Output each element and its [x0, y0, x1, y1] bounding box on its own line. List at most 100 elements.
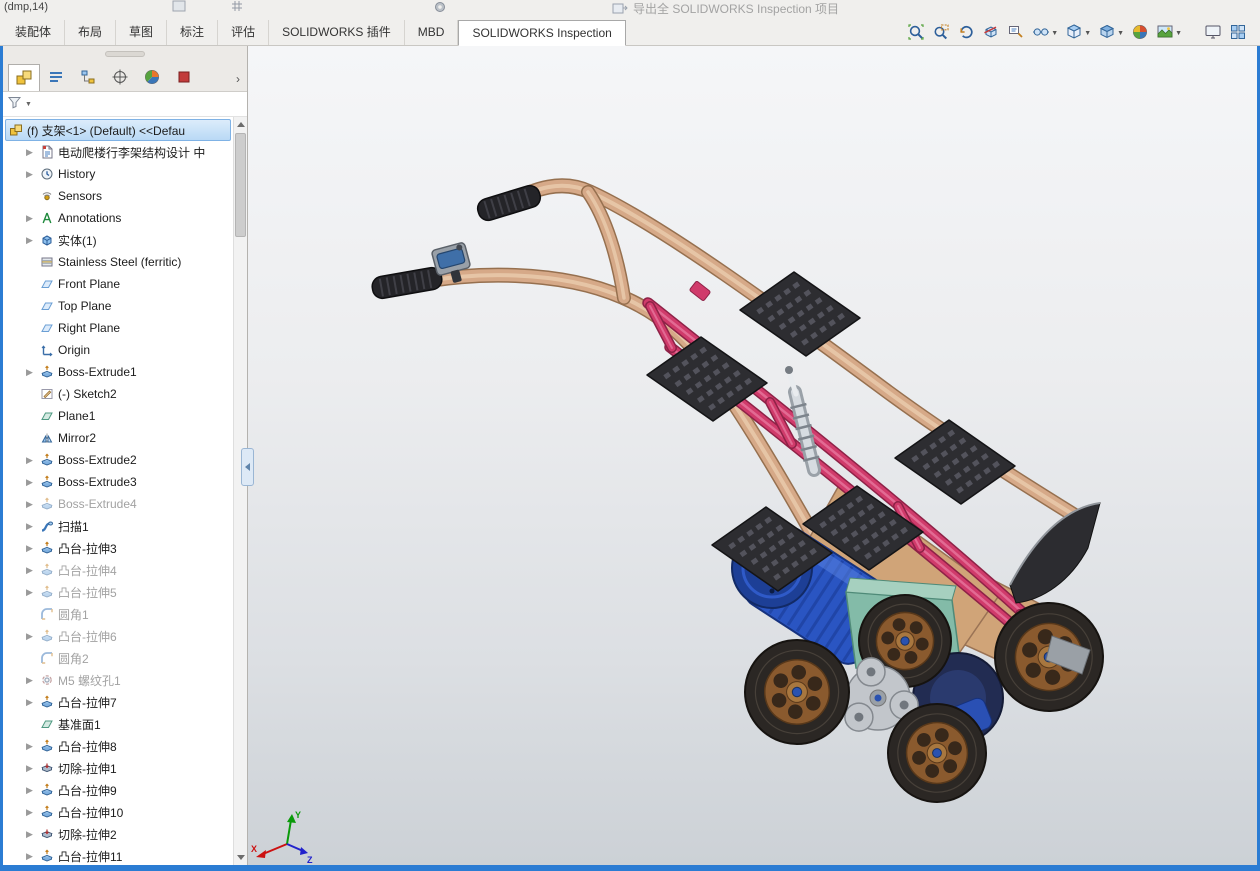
zoom-fit-button[interactable]	[904, 21, 928, 45]
ribbon-tab-1[interactable]: 装配体	[2, 20, 66, 45]
panel-tab-dimxpert-manager[interactable]	[104, 64, 136, 91]
panel-tab-display-manager[interactable]	[136, 64, 168, 91]
zoom-area-button[interactable]	[929, 21, 953, 45]
dropdown-arrow-icon[interactable]: ▼	[1175, 30, 1182, 37]
tree-item[interactable]: Mirror2	[3, 427, 233, 449]
tree-item[interactable]: ▶ 实体(1)	[3, 229, 233, 251]
tree-filter-input[interactable]	[34, 94, 243, 114]
tree-item[interactable]: (-) Sketch2	[3, 383, 233, 405]
tree-item[interactable]: Plane1	[3, 405, 233, 427]
hide-show-items-button[interactable]: ▼	[1029, 21, 1061, 45]
apply-scene-button[interactable]: ▼	[1153, 21, 1185, 45]
partial-gear-icon[interactable]	[432, 0, 448, 17]
expand-arrow-icon[interactable]: ▶	[23, 675, 36, 686]
tree-item[interactable]: ▶ Boss-Extrude4	[3, 493, 233, 515]
panel-drag-handle[interactable]	[105, 51, 145, 57]
expand-arrow-icon[interactable]: ▶	[23, 829, 36, 840]
expand-arrow-icon[interactable]: ▶	[23, 147, 36, 158]
tree-item[interactable]: ▶ History	[3, 163, 233, 185]
scrollbar-down-arrow[interactable]	[234, 850, 247, 865]
expand-arrow-icon[interactable]: ▶	[23, 631, 36, 642]
ribbon-tab-4[interactable]: 标注	[167, 20, 219, 45]
options-grid-button[interactable]	[1226, 21, 1250, 45]
expand-arrow-icon[interactable]: ▶	[23, 477, 36, 488]
expand-arrow-icon[interactable]: ▶	[23, 763, 36, 774]
ribbon-tab-7[interactable]: MBD	[405, 20, 459, 45]
panel-tab-configuration-manager[interactable]	[72, 64, 104, 91]
dropdown-arrow-icon[interactable]: ▼	[1051, 30, 1058, 37]
export-inspection-button[interactable]: 导出全 SOLIDWORKS Inspection 项目	[612, 0, 839, 17]
ribbon-tab-2[interactable]: 布局	[65, 20, 117, 45]
expand-arrow-icon[interactable]: ▶	[23, 697, 36, 708]
tree-item[interactable]: ▶ 凸台-拉伸3	[3, 537, 233, 559]
tree-item[interactable]: Origin	[3, 339, 233, 361]
tree-item[interactable]: ▶ 凸台-拉伸7	[3, 691, 233, 713]
filter-dropdown-icon[interactable]: ▼	[25, 101, 32, 108]
tree-item[interactable]: ▶ Boss-Extrude2	[3, 449, 233, 471]
scrollbar-up-arrow[interactable]	[234, 117, 247, 132]
expand-arrow-icon[interactable]: ▶	[23, 367, 36, 378]
panel-tab-addin-partial[interactable]	[168, 64, 200, 91]
tree-item[interactable]: ▶ 切除-拉伸1	[3, 757, 233, 779]
tree-item[interactable]: ▶ 凸台-拉伸5	[3, 581, 233, 603]
tree-item[interactable]: ▶ M5 螺纹孔1	[3, 669, 233, 691]
tree-item[interactable]: ▶ 凸台-拉伸6	[3, 625, 233, 647]
expand-arrow-icon[interactable]: ▶	[23, 499, 36, 510]
expand-arrow-icon[interactable]: ▶	[23, 851, 36, 862]
expand-arrow-icon[interactable]: ▶	[23, 235, 36, 246]
tree-item[interactable]: Top Plane	[3, 295, 233, 317]
ribbon-tab-5[interactable]: 评估	[218, 20, 270, 45]
tree-item[interactable]: ▶ 扫描1	[3, 515, 233, 537]
tree-item[interactable]: 基准面1	[3, 713, 233, 735]
tree-item[interactable]: Front Plane	[3, 273, 233, 295]
panel-tab-property-manager[interactable]	[40, 64, 72, 91]
tree-item[interactable]: ▶ Annotations	[3, 207, 233, 229]
tree-scrollbar[interactable]	[233, 117, 247, 865]
scrollbar-thumb[interactable]	[235, 133, 246, 237]
section-view-button[interactable]	[979, 21, 1003, 45]
expand-arrow-icon[interactable]: ▶	[23, 565, 36, 576]
tree-item[interactable]: 圆角2	[3, 647, 233, 669]
partial-toolbar-icon[interactable]	[172, 0, 186, 15]
expand-arrow-icon[interactable]: ▶	[23, 807, 36, 818]
panel-tabs-overflow-chevron[interactable]: ›	[229, 67, 247, 91]
filter-funnel-icon[interactable]	[7, 95, 22, 113]
expand-arrow-icon[interactable]: ▶	[23, 455, 36, 466]
expand-arrow-icon[interactable]: ▶	[23, 213, 36, 224]
dynamic-annotation-views-button[interactable]	[1004, 21, 1028, 45]
edit-appearance-button[interactable]	[1128, 21, 1152, 45]
tree-item[interactable]: 圆角1	[3, 603, 233, 625]
viewport-3d[interactable]: X Y Z	[248, 46, 1257, 865]
tree-item[interactable]: ▶ 凸台-拉伸10	[3, 801, 233, 823]
expand-arrow-icon[interactable]: ▶	[23, 741, 36, 752]
expand-arrow-icon[interactable]: ▶	[23, 587, 36, 598]
partial-grid-icon[interactable]	[230, 0, 244, 15]
expand-arrow-icon[interactable]: ▶	[23, 521, 36, 532]
tree-item[interactable]: ▶ Boss-Extrude3	[3, 471, 233, 493]
tree-item[interactable]: ▶ 凸台-拉伸8	[3, 735, 233, 757]
tree-item[interactable]: Right Plane	[3, 317, 233, 339]
previous-view-button[interactable]	[954, 21, 978, 45]
panel-collapse-tab[interactable]	[241, 448, 254, 486]
display-style-button[interactable]: ▼	[1095, 21, 1127, 45]
expand-arrow-icon[interactable]: ▶	[23, 543, 36, 554]
tree-item[interactable]: ▶ 凸台-拉伸9	[3, 779, 233, 801]
panel-tab-feature-manager[interactable]	[8, 64, 40, 91]
tree-item[interactable]: ▶ 凸台-拉伸4	[3, 559, 233, 581]
tree-root-item[interactable]: (f) 支架<1> (Default) <<Defau	[5, 119, 231, 141]
ribbon-tab-3[interactable]: 草图	[116, 20, 168, 45]
tree-item[interactable]: ▶ 电动爬楼行李架结构设计 中	[3, 141, 233, 163]
tree-item[interactable]: ▶ Boss-Extrude1	[3, 361, 233, 383]
view-settings-button[interactable]	[1201, 21, 1225, 45]
dropdown-arrow-icon[interactable]: ▼	[1084, 30, 1091, 37]
expand-arrow-icon[interactable]: ▶	[23, 785, 36, 796]
tree-item[interactable]: Sensors	[3, 185, 233, 207]
expand-arrow-icon[interactable]: ▶	[23, 169, 36, 180]
tree-item[interactable]: ▶ 切除-拉伸2	[3, 823, 233, 845]
dropdown-arrow-icon[interactable]: ▼	[1117, 30, 1124, 37]
ribbon-tab-8[interactable]: SOLIDWORKS Inspection	[458, 20, 626, 46]
tree-item[interactable]: ▶ 凸台-拉伸11	[3, 845, 233, 865]
view-orientation-button[interactable]: ▼	[1062, 21, 1094, 45]
tree-item[interactable]: Stainless Steel (ferritic)	[3, 251, 233, 273]
ribbon-tab-6[interactable]: SOLIDWORKS 插件	[269, 20, 405, 45]
